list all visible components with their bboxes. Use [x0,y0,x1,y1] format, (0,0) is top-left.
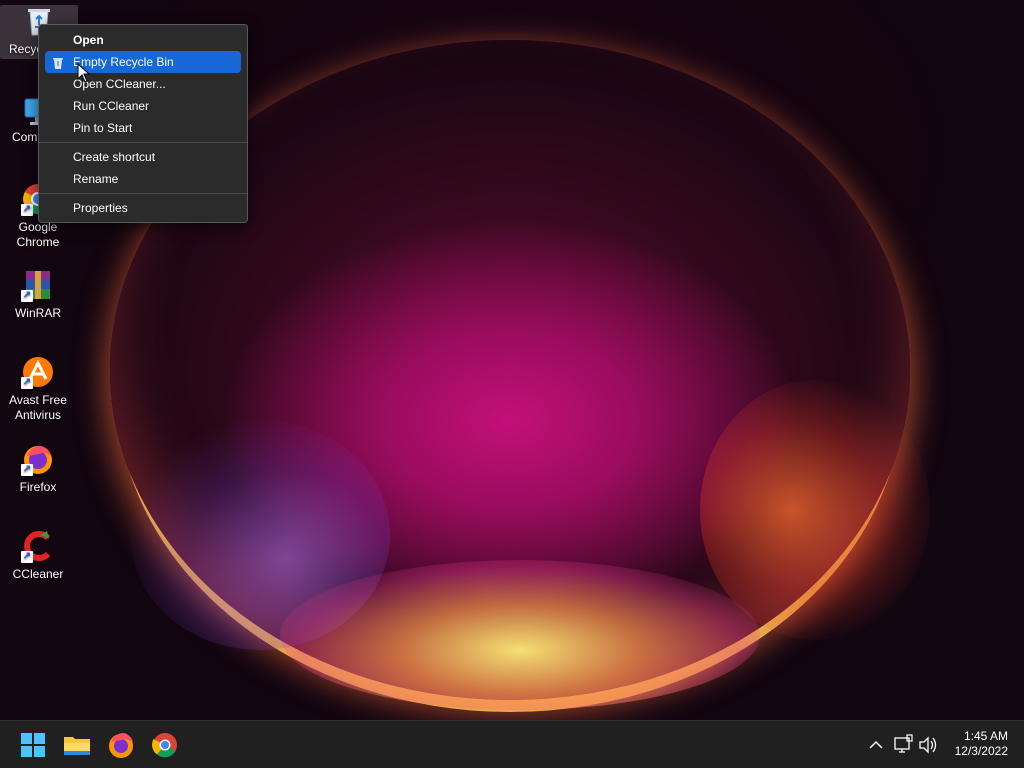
volume-icon [919,736,937,754]
menu-item-rename[interactable]: Rename [39,168,247,190]
desktop-icon-label: Firefox [19,480,57,494]
desktop-icon-label: Com [12,130,38,144]
desktop-icon-winrar[interactable]: ↗ WinRAR [0,268,76,321]
recycle-bin-icon [51,55,65,69]
clock-date: 12/3/2022 [954,744,1008,758]
desktop-icon-ccleaner[interactable]: ↗ CCleaner [0,529,76,582]
file-explorer-icon [64,737,90,755]
desktop-icon-avast[interactable]: ↗ Avast Free Antivirus [0,355,76,423]
menu-item-open[interactable]: Open [39,29,247,51]
menu-item-pin-to-start[interactable]: Pin to Start [39,117,247,139]
desktop-icon-label: Chrome [16,235,60,249]
desktop-icon-firefox[interactable]: ↗ Firefox [0,442,76,495]
menu-item-label: Run CCleaner [73,99,150,113]
menu-item-label: Create shortcut [73,150,156,164]
menu-item-open-ccleaner[interactable]: Open CCleaner... [39,73,247,95]
network-button[interactable] [892,729,914,761]
winrar-icon: ↗ [21,268,55,302]
shortcut-arrow-icon: ↗ [21,551,33,563]
desktop-icon-label: WinRAR [14,306,61,320]
wallpaper-glow-bottom [280,560,760,710]
show-hidden-icons-button[interactable] [866,729,886,761]
menu-item-label: Properties [73,201,128,215]
desktop-icon-label: Avast Free [9,393,67,407]
start-button[interactable] [17,729,49,761]
taskbar-clock[interactable]: 1:45 AM 12/3/2022 [938,729,1008,759]
file-explorer-button[interactable] [61,729,93,761]
menu-item-empty-recycle-bin[interactable]: Empty Recycle Bin [45,51,241,73]
volume-button[interactable] [917,729,939,761]
firefox-icon [109,733,133,758]
firefox-icon: ↗ [21,442,55,476]
chevron-up-icon [869,740,883,749]
desktop-icon-label: Antivirus [14,408,61,422]
menu-item-create-shortcut[interactable]: Create shortcut [39,146,247,168]
shortcut-arrow-icon: ↗ [21,290,33,302]
chrome-taskbar-button[interactable] [149,729,181,761]
menu-separator [39,142,247,143]
network-icon [894,734,913,753]
avast-icon: ↗ [21,355,55,389]
chrome-icon [152,733,177,758]
clock-time: 1:45 AM [963,729,1008,743]
taskbar: 1:45 AM 12/3/2022 [0,720,1024,768]
menu-item-label: Open [73,33,104,47]
desktop-icon-label: CCleaner [12,567,64,581]
shortcut-arrow-icon: ↗ [21,464,33,476]
shortcut-arrow-icon: ↗ [21,204,33,216]
ccleaner-icon: ↗ [21,529,55,563]
firefox-taskbar-button[interactable] [105,729,137,761]
menu-item-run-ccleaner[interactable]: Run CCleaner [39,95,247,117]
menu-item-properties[interactable]: Properties [39,197,247,219]
start-icon [21,733,45,757]
menu-item-label: Rename [73,172,119,186]
menu-separator [39,193,247,194]
menu-item-label: Pin to Start [73,121,133,135]
shortcut-arrow-icon: ↗ [21,377,33,389]
context-menu: Open Empty Recycle Bin Open CCleaner... … [38,24,248,223]
mouse-cursor-icon [77,62,91,83]
